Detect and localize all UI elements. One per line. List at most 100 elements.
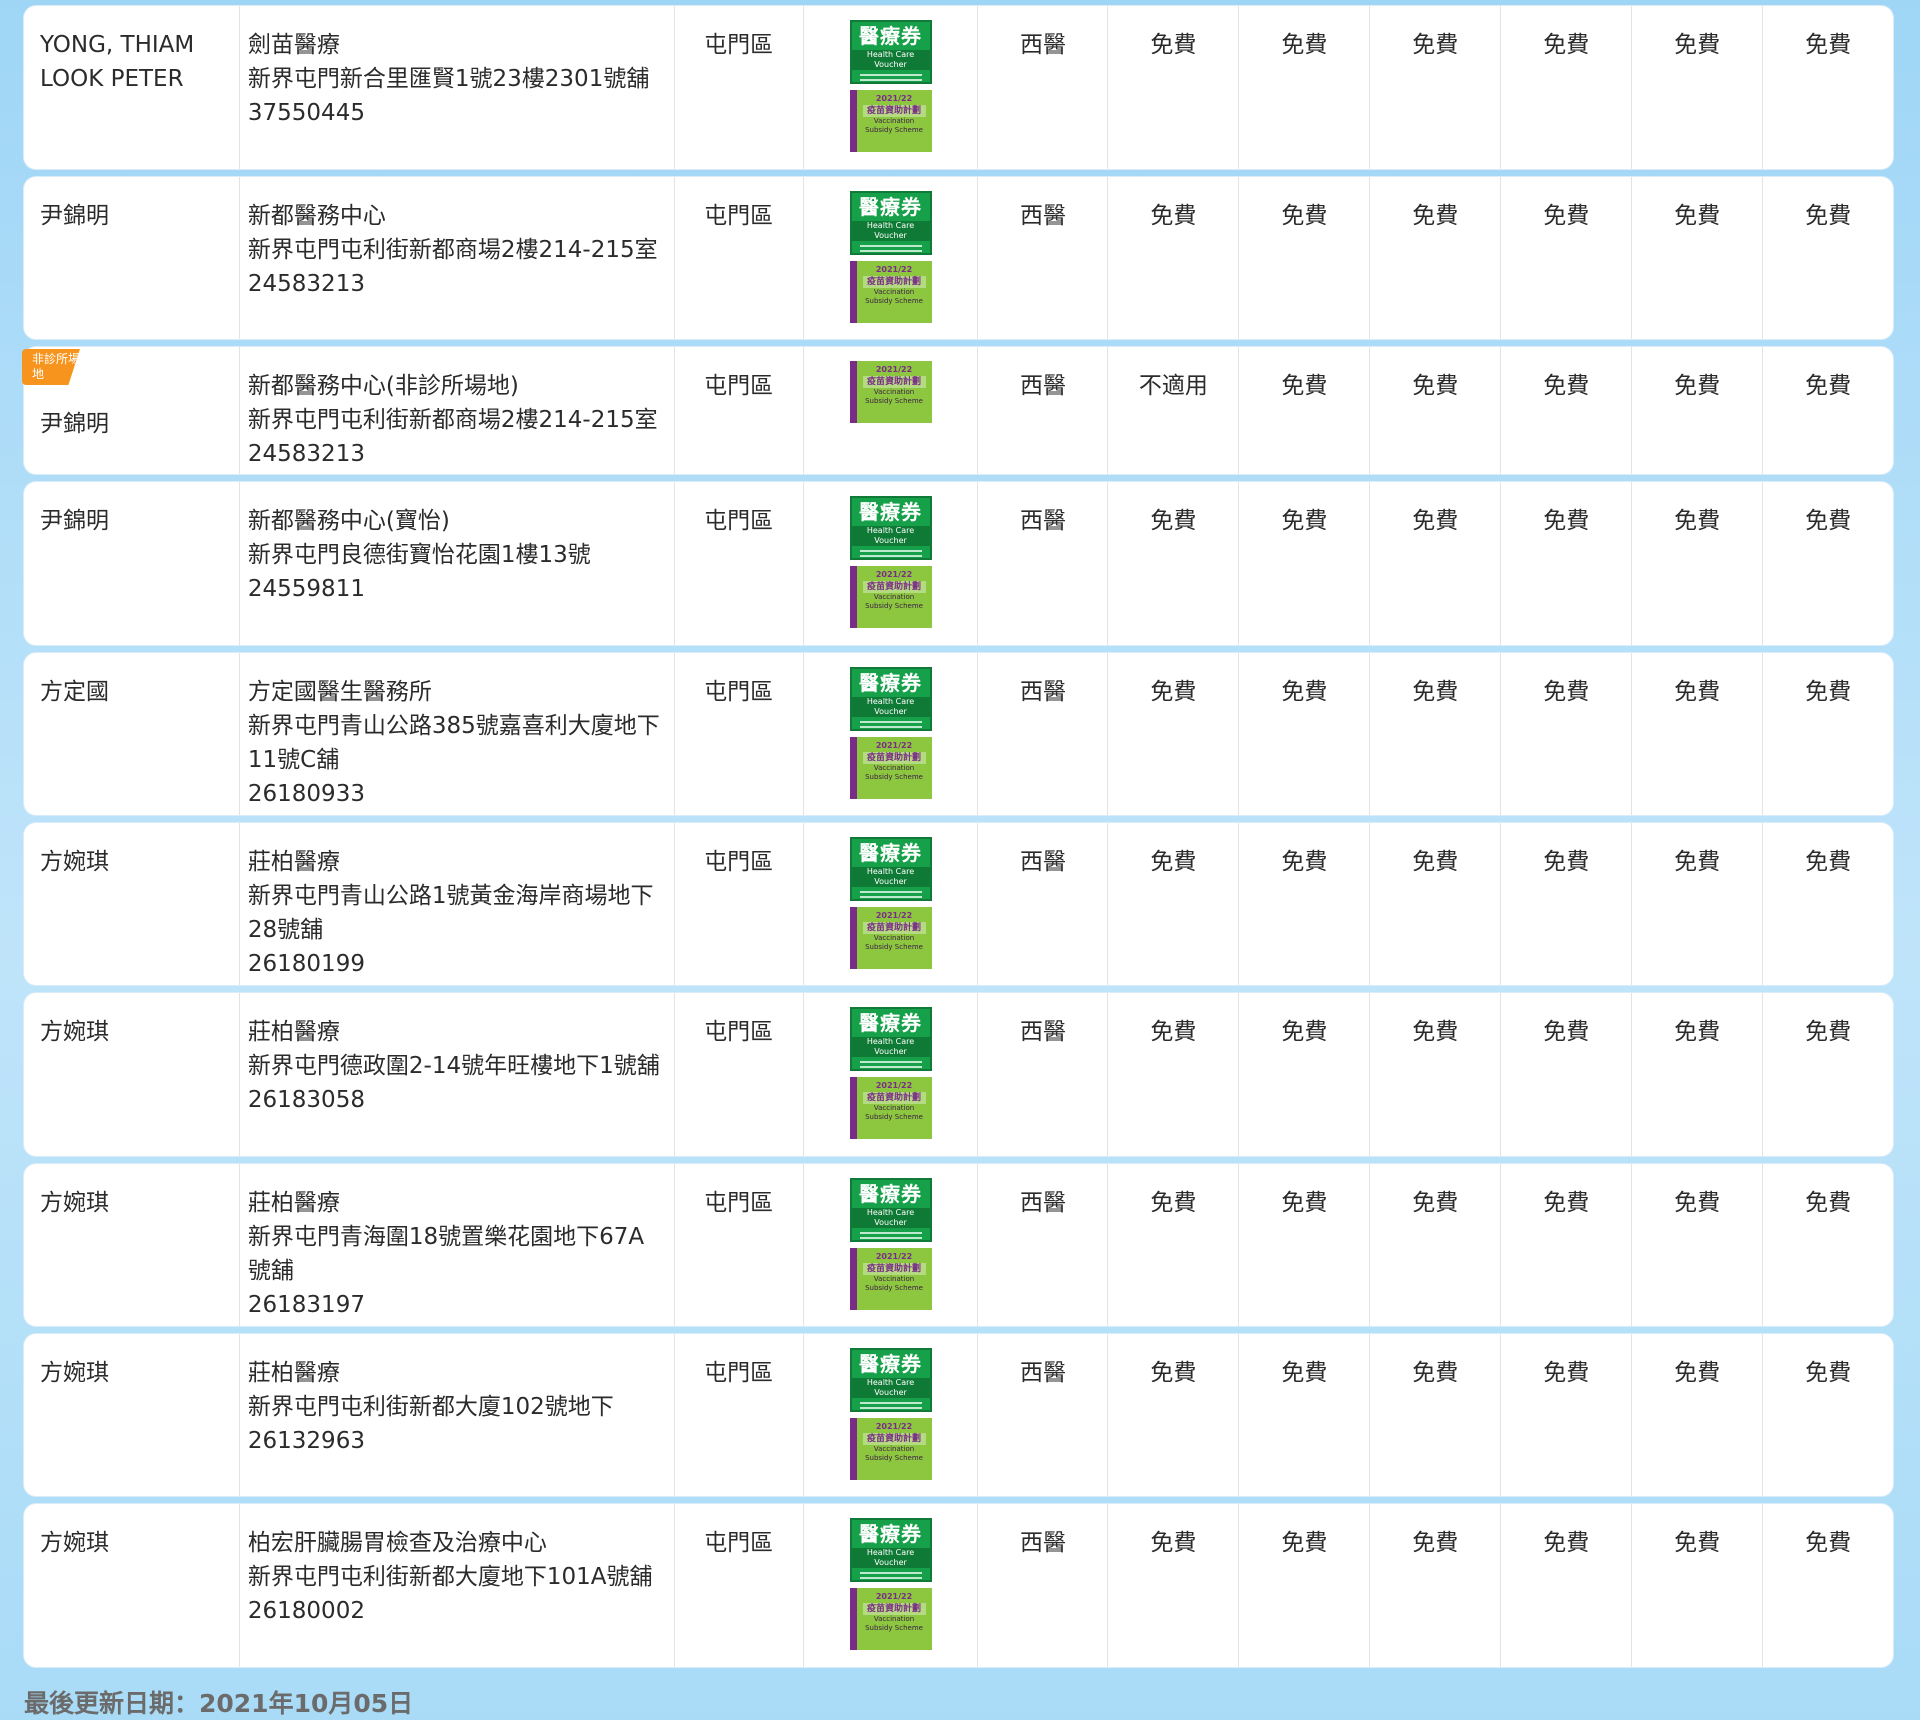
practitioner-type-cell: 西醫 bbox=[978, 993, 1109, 1156]
hcv-logo-en: Health Care Voucher bbox=[851, 697, 930, 717]
clinic-address: 新界屯門屯利街新都商場2樓214-215室 bbox=[247, 237, 658, 263]
doctor-cell: 尹錦明 bbox=[24, 482, 240, 645]
vss-logo-en2: Subsidy Scheme bbox=[865, 1284, 923, 1292]
clinic-phone[interactable]: 26183058 bbox=[248, 1083, 666, 1117]
doctor-name: 尹錦明 bbox=[40, 508, 109, 534]
doctor-name: 方定國 bbox=[40, 679, 109, 705]
fee-cell: 免費 bbox=[1108, 1334, 1240, 1496]
clinic-cell: 新都醫務中心(非診所場地) 新界屯門屯利街新都商場2樓214-215室 245832… bbox=[240, 347, 675, 474]
clinic-phone[interactable]: 24583213 bbox=[248, 267, 666, 301]
clinic-address: 新界屯門屯利街新都商場2樓214-215室 bbox=[247, 407, 658, 433]
hcv-logo-fineprint bbox=[859, 74, 922, 76]
fee-cell: 免費 bbox=[1805, 203, 1852, 229]
clinic-name: 新都醫務中心(非診所場地) bbox=[247, 373, 519, 399]
table-row[interactable]: 方婉琪 莊柏醫療 新界屯門青海圍18號置樂花園地下67A號舖 26183197 屯門區醫… bbox=[24, 1164, 1893, 1326]
hcv-logo-zh: 醫療券 bbox=[859, 671, 923, 695]
clinic-phone[interactable]: 26180002 bbox=[248, 1594, 666, 1628]
vaccination-subsidy-scheme-logo: 2021/22 疫苗資助計劃 Vaccination Subsidy Scheme bbox=[849, 907, 932, 969]
vss-logo-en1: Vaccination bbox=[873, 934, 915, 942]
fee-cell: 免費 bbox=[1805, 32, 1852, 58]
clinic-name: 莊柏醫療 bbox=[247, 1190, 340, 1216]
scheme-logos-cell: 醫療券 Health Care Voucher 2021/22 疫苗資助計劃 Vacci… bbox=[804, 1164, 979, 1326]
practitioner-type-cell: 西醫 bbox=[978, 653, 1109, 815]
district-cell: 屯門區 bbox=[675, 6, 804, 169]
fee-cell: 免費 bbox=[1239, 482, 1371, 645]
table-row[interactable]: 方婉琪 莊柏醫療 新界屯門屯利街新都大廈102號地下 26132963 屯門區 醫療券 He… bbox=[24, 1334, 1893, 1496]
fee-cell: 免費 bbox=[1108, 823, 1240, 985]
health-care-voucher-logo: 醫療券 Health Care Voucher bbox=[849, 837, 932, 901]
vaccination-subsidy-scheme-logo: 2021/22 疫苗資助計劃 Vaccination Subsidy Scheme bbox=[849, 737, 932, 799]
fee-cell: 免費 bbox=[1501, 6, 1633, 169]
health-care-voucher-logo: 醫療券 Health Care Voucher bbox=[849, 1518, 932, 1582]
table-row[interactable]: 尹錦明 新都醫務中心(寶怡) 新界屯門良德街寶怡花園1樓13號 24559811 屯門區… bbox=[24, 482, 1893, 645]
doctor-cell: 方婉琪 bbox=[24, 1164, 240, 1326]
health-care-voucher-logo: 醫療券 Health Care Voucher bbox=[849, 20, 932, 84]
scheme-logos-cell: 醫療券 Health Care Voucher 2021/22 疫苗資助計劃 Vacci… bbox=[804, 482, 979, 645]
clinic-address: 新界屯門青海圍18號置樂花園地下67A號舖 bbox=[247, 1224, 645, 1284]
table-row[interactable]: 非診所場地 尹錦明 新都醫務中心(非診所場地) 新界屯門屯利街新都商場2樓214-21… bbox=[22, 347, 1893, 474]
fee-cell: 免費 bbox=[1501, 482, 1633, 645]
vss-logo-en2: Subsidy Scheme bbox=[865, 773, 923, 781]
district-cell: 屯門區 bbox=[675, 1164, 804, 1326]
vss-logo-en2: Subsidy Scheme bbox=[865, 1113, 923, 1121]
clinic-phone[interactable]: 24559811 bbox=[248, 572, 666, 606]
practitioner-type-cell: 西醫 bbox=[978, 6, 1109, 169]
hcv-logo-fineprint bbox=[859, 891, 922, 893]
vss-logo-year: 2021/22 bbox=[875, 265, 913, 274]
table-row[interactable]: 尹錦明 新都醫務中心 新界屯門屯利街新都商場2樓214-215室 24583213 屯門… bbox=[24, 177, 1893, 339]
hcv-logo-fineprint bbox=[859, 245, 922, 247]
vss-logo-zh: 疫苗資助計劃 bbox=[862, 581, 926, 593]
last-updated-text: 最後更新日期：2021年10月05日 bbox=[24, 1689, 414, 1718]
table-row[interactable]: 方婉琪 莊柏醫療 新界屯門青山公路1號黃金海岸商場地下28號舖 26180199 屯門區… bbox=[24, 823, 1893, 985]
doctor-cell: 方婉琪 bbox=[24, 1334, 240, 1496]
table-row[interactable]: 方婉琪 柏宏肝臟腸胃檢查及治療中心 新界屯門屯利街新都大廈地下101A號舖 26180… bbox=[24, 1504, 1893, 1667]
vss-logo-year: 2021/22 bbox=[875, 1252, 913, 1261]
fee-cell: 免費 bbox=[1501, 823, 1633, 985]
table-row[interactable]: YONG, THIAM LOOK PETER 劍苗醫療 新界屯門新合里匯賢1號23樓… bbox=[24, 6, 1893, 169]
practitioner-type-cell: 西醫 bbox=[978, 482, 1109, 645]
clinic-phone[interactable]: 26180933 bbox=[248, 777, 666, 811]
doctor-name: YONG, THIAM LOOK PETER bbox=[40, 32, 195, 92]
clinic-address: 新界屯門青山公路385號嘉喜利大廈地下11號C舖 bbox=[247, 713, 660, 773]
practitioner-type-cell: 西醫 bbox=[978, 177, 1109, 339]
scheme-logos-cell: 醫療券 Health Care Voucher 2021/22 疫苗資助計劃 Vacci… bbox=[804, 6, 979, 169]
clinic-phone[interactable]: 26180199 bbox=[248, 947, 666, 981]
clinic-phone[interactable]: 26132963 bbox=[248, 1424, 666, 1458]
vss-logo-zh: 疫苗資助計劃 bbox=[862, 1263, 926, 1275]
fee-cell: 免費 bbox=[1108, 993, 1240, 1156]
fee-cell: 免費 bbox=[1239, 1164, 1371, 1326]
fee-cell: 免費 bbox=[1501, 1504, 1633, 1667]
fee-cell: 免費 bbox=[1370, 1164, 1502, 1326]
clinic-phone[interactable]: 24583213 bbox=[248, 437, 666, 471]
hcv-logo-en: Health Care Voucher bbox=[851, 526, 930, 546]
clinic-phone[interactable]: 37550445 bbox=[248, 96, 666, 130]
vss-logo-en1: Vaccination bbox=[873, 117, 915, 125]
hcv-logo-fineprint bbox=[859, 721, 922, 723]
vss-logo-zh: 疫苗資助計劃 bbox=[862, 1433, 926, 1445]
vss-logo-en1: Vaccination bbox=[873, 1445, 915, 1453]
doctor-name: 方婉琪 bbox=[40, 1530, 109, 1556]
vaccination-subsidy-scheme-logo: 2021/22 疫苗資助計劃 Vaccination Subsidy Scheme bbox=[849, 566, 932, 628]
vss-logo-year: 2021/22 bbox=[875, 1592, 913, 1601]
table-row[interactable]: 方定國 方定國醫生醫務所 新界屯門青山公路385號嘉喜利大廈地下11號C舖 26180… bbox=[24, 653, 1893, 815]
doctor-name: 尹錦明 bbox=[40, 411, 109, 437]
vss-logo-en2: Subsidy Scheme bbox=[865, 297, 923, 305]
vss-logo-en2: Subsidy Scheme bbox=[865, 943, 923, 951]
vss-logo-year: 2021/22 bbox=[875, 1422, 913, 1431]
fee-cell: 免費 bbox=[1805, 1019, 1852, 1045]
hcv-logo-zh: 醫療券 bbox=[859, 1522, 923, 1546]
fee-cell: 免費 bbox=[1239, 177, 1371, 339]
clinic-phone[interactable]: 26183197 bbox=[248, 1288, 666, 1322]
district-cell: 屯門區 bbox=[675, 347, 804, 474]
fee-cell: 免費 bbox=[1370, 1334, 1502, 1496]
fee-cell: 免費 bbox=[1632, 993, 1764, 1156]
hcv-logo-fineprint bbox=[859, 1402, 922, 1404]
vss-logo-en1: Vaccination bbox=[873, 388, 915, 396]
table-row[interactable]: 方婉琪 莊柏醫療 新界屯門德政圍2-14號年旺樓地下1號舖 26183058 屯門區 醫療… bbox=[24, 993, 1893, 1156]
doctor-name: 方婉琪 bbox=[40, 1360, 109, 1386]
fee-cell: 免費 bbox=[1370, 6, 1502, 169]
fee-cell: 免費 bbox=[1370, 177, 1502, 339]
fee-cell: 免費 bbox=[1805, 508, 1852, 534]
fee-cell: 免費 bbox=[1108, 1164, 1240, 1326]
scheme-logos-cell: 醫療券 Health Care Voucher 2021/22 疫苗資助計劃 Vacci… bbox=[804, 177, 979, 339]
